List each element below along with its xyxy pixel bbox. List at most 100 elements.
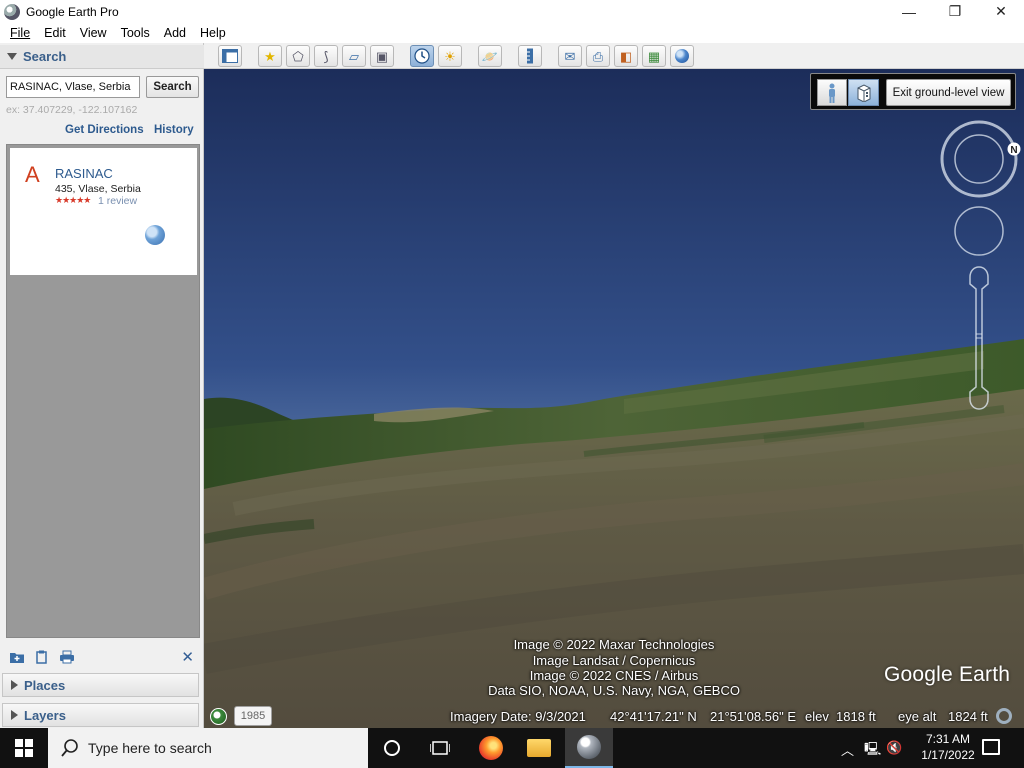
ruler-icon: [527, 48, 533, 64]
collapse-triangle-icon[interactable]: [7, 53, 17, 60]
look-joystick[interactable]: [940, 120, 1018, 198]
result-marker-letter: A: [25, 162, 40, 187]
view-in-maps-icon: ▦: [647, 48, 661, 64]
search-button[interactable]: Search: [146, 76, 199, 98]
historical-imagery-icon: [414, 48, 430, 64]
start-button[interactable]: [0, 728, 48, 768]
building-icon: [857, 83, 870, 102]
close-button[interactable]: ✕: [978, 0, 1024, 23]
result-name-link[interactable]: RASINAC: [55, 166, 113, 181]
print-button[interactable]: ⎙: [586, 45, 610, 67]
expand-triangle-icon[interactable]: [11, 710, 18, 720]
minimize-button[interactable]: —: [886, 0, 932, 23]
status-bar: 1985 Imagery Date: 9/3/2021 42°41'17.21"…: [204, 704, 1024, 728]
planets-button[interactable]: 🪐: [478, 45, 502, 67]
save-image-button[interactable]: ◧: [614, 45, 638, 67]
image-overlay-icon: ▱: [349, 48, 359, 64]
add-polygon-button[interactable]: ⬠: [286, 45, 310, 67]
email-icon: ✉: [564, 48, 576, 64]
sunlight-button[interactable]: ☀: [438, 45, 462, 67]
exit-ground-level-view-button[interactable]: Exit ground-level view: [886, 79, 1011, 106]
globe-icon[interactable]: [145, 225, 165, 245]
task-view-icon[interactable]: [430, 740, 450, 756]
file-explorer-taskbar-button[interactable]: [515, 728, 563, 768]
show-hidden-icons-chevron-icon[interactable]: ︿: [841, 740, 854, 759]
elevation-label: elev: [805, 709, 829, 724]
menu-help[interactable]: Help: [192, 26, 232, 40]
building-view-button[interactable]: [848, 79, 879, 106]
eye-altitude-value: 1824 ft: [948, 709, 988, 724]
firefox-taskbar-button[interactable]: [467, 728, 515, 768]
email-button[interactable]: ✉: [558, 45, 582, 67]
elevation-value: 1818 ft: [836, 709, 876, 724]
search-results-list[interactable]: A RASINAC 435, Vlase, Serbia ★★★★★ 1 rev…: [6, 144, 200, 638]
imagery-year-button[interactable]: 1985: [234, 706, 272, 726]
menu-tools[interactable]: Tools: [113, 26, 156, 40]
expand-triangle-icon[interactable]: [11, 680, 18, 690]
clock-date: 1/17/2022: [921, 748, 975, 762]
action-center-icon[interactable]: [982, 739, 1000, 755]
placemark-icon: ★: [264, 48, 276, 64]
add-image-overlay-button[interactable]: ▱: [342, 45, 366, 67]
google-earth-taskbar-button[interactable]: [565, 728, 613, 768]
ground-level-control: Exit ground-level view: [810, 73, 1016, 110]
google-earth-icon: [577, 735, 601, 759]
maximize-button[interactable]: ❐: [932, 0, 978, 23]
places-panel-header[interactable]: Places: [2, 673, 199, 697]
history-link[interactable]: History: [154, 124, 194, 136]
earth-gallery-button[interactable]: [670, 45, 694, 67]
record-tour-button[interactable]: ▣: [370, 45, 394, 67]
network-icon[interactable]: 🖳: [864, 740, 881, 762]
window-title: Google Earth Pro: [26, 4, 119, 19]
layers-panel-title: Layers: [24, 707, 66, 723]
terrain-scene: [204, 69, 1024, 728]
cortana-icon[interactable]: [384, 740, 400, 756]
search-input[interactable]: [6, 76, 140, 98]
person-icon: [829, 83, 835, 103]
view-in-google-maps-button[interactable]: ▦: [642, 45, 666, 67]
copy-icon[interactable]: [34, 650, 50, 664]
add-folder-icon[interactable]: [9, 650, 25, 664]
menu-view[interactable]: View: [72, 26, 113, 40]
left-panel: Search Search ex: 37.407229, -122.107162…: [0, 43, 204, 728]
volume-muted-icon[interactable]: 🔇: [886, 740, 902, 756]
menu-add[interactable]: Add: [156, 26, 192, 40]
close-results-icon[interactable]: ✕: [181, 648, 194, 666]
menu-bar: File Edit View Tools Add Help: [0, 23, 1024, 43]
historical-imagery-clock-icon[interactable]: [210, 708, 227, 725]
north-label: N: [1010, 145, 1017, 156]
sidebar-toggle-button[interactable]: [218, 45, 242, 67]
save-image-icon: ◧: [619, 48, 633, 64]
historical-imagery-button[interactable]: [410, 45, 434, 67]
menu-file[interactable]: File: [0, 26, 36, 40]
map-viewport[interactable]: Exit ground-level view N Image © 2022 Ma…: [204, 69, 1024, 728]
streaming-progress-icon: [996, 708, 1012, 724]
navigation-controls[interactable]: N: [938, 119, 1022, 419]
person-view-button[interactable]: [817, 79, 847, 106]
add-path-button[interactable]: ⟆: [314, 45, 338, 67]
title-bar: Google Earth Pro — ❐ ✕: [0, 0, 1024, 23]
polygon-icon: ⬠: [292, 48, 304, 64]
result-reviews-link[interactable]: 1 review: [98, 195, 137, 207]
path-icon: ⟆: [323, 48, 329, 64]
taskbar-search-box[interactable]: Type here to search: [48, 728, 368, 768]
zoom-slider[interactable]: [969, 266, 989, 410]
add-placemark-button[interactable]: ★: [258, 45, 282, 67]
eye-altitude-label: eye alt: [898, 709, 937, 724]
search-panel-title: Search: [23, 49, 67, 64]
layers-panel-header[interactable]: Layers: [2, 703, 199, 727]
clock[interactable]: 7:31 AM 1/17/2022: [912, 731, 984, 763]
search-example-hint: ex: 37.407229, -122.107162: [6, 104, 138, 116]
earth-icon: [675, 49, 689, 63]
search-panel-header[interactable]: Search: [0, 45, 204, 69]
search-result-card[interactable]: A RASINAC 435, Vlase, Serbia ★★★★★ 1 rev…: [10, 148, 197, 275]
get-directions-link[interactable]: Get Directions: [65, 124, 144, 136]
clock-time: 7:31 AM: [925, 732, 971, 746]
menu-edit[interactable]: Edit: [36, 26, 72, 40]
north-indicator[interactable]: N: [1007, 142, 1021, 157]
move-joystick[interactable]: [954, 206, 1004, 256]
sidebar-icon: [222, 49, 238, 63]
folder-icon: [527, 739, 551, 757]
ruler-button[interactable]: [518, 45, 542, 67]
print-icon[interactable]: [59, 650, 75, 664]
